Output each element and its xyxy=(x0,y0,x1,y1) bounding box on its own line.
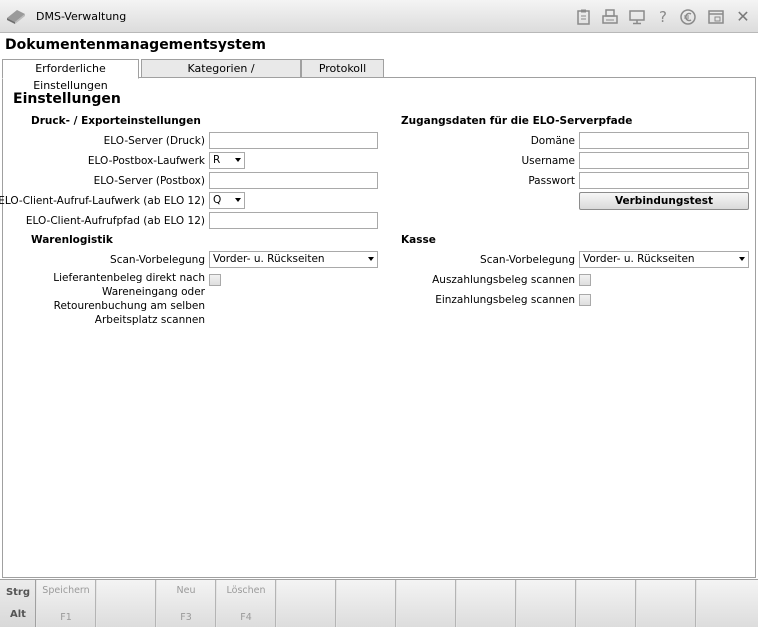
fkey-8[interactable] xyxy=(457,580,516,627)
domaene-label: Domäne xyxy=(530,135,575,147)
tab-protokoll[interactable]: Protokoll xyxy=(301,59,384,78)
username-field[interactable] xyxy=(579,152,749,169)
warenlogistik-scan-value: Vorder- u. Rückseiten xyxy=(213,253,325,265)
title-bar: DMS-Verwaltung ? ✕ xyxy=(0,0,758,33)
fkey-label: Löschen xyxy=(226,585,266,596)
warenlogistik-scan-select[interactable]: Vorder- u. Rückseiten xyxy=(209,251,378,268)
chevron-down-icon xyxy=(235,158,241,162)
username-label: Username xyxy=(521,155,575,167)
fkey-name: F1 xyxy=(60,612,72,623)
kasse-scan-label: Scan-Vorbelegung xyxy=(480,254,575,266)
warenlogistik-scan-label: Scan-Vorbelegung xyxy=(110,254,205,266)
fkey-label: Speichern xyxy=(42,585,90,596)
auszahlungsbeleg-checkbox[interactable] xyxy=(579,274,591,286)
chevron-down-icon xyxy=(739,257,745,261)
elo-client-pfad-field[interactable] xyxy=(209,212,378,229)
elo-postbox-laufwerk-select[interactable]: R xyxy=(209,152,245,169)
window-title: DMS-Verwaltung xyxy=(36,10,127,23)
fkey-12[interactable] xyxy=(697,580,758,627)
einzahlungsbeleg-checkbox[interactable] xyxy=(579,294,591,306)
verbindungstest-button[interactable]: Verbindungstest xyxy=(579,192,749,210)
tab-kategorien-dokumentenarten[interactable]: Kategorien / Dokumentenarten xyxy=(141,59,301,92)
app-logo-icon xyxy=(5,6,27,26)
function-key-bar: Strg Alt Speichern F1 Neu F3 Löschen F4 xyxy=(0,579,758,627)
einzahlungsbeleg-label: Einzahlungsbeleg scannen xyxy=(435,294,575,306)
druck-export-title: Druck- / Exporteinstellungen xyxy=(31,115,201,127)
kasse-title: Kasse xyxy=(401,234,436,246)
domaene-field[interactable] xyxy=(579,132,749,149)
elo-server-druck-field[interactable] xyxy=(209,132,378,149)
modifier-keys: Strg Alt xyxy=(0,580,36,627)
close-icon[interactable]: ✕ xyxy=(733,7,753,27)
fkey-5[interactable] xyxy=(277,580,336,627)
strg-key-label: Strg xyxy=(5,587,31,598)
fkey-neu[interactable]: Neu F3 xyxy=(157,580,216,627)
fkey-2[interactable] xyxy=(97,580,156,627)
elo-server-druck-label: ELO-Server (Druck) xyxy=(103,135,205,147)
fkey-name: F3 xyxy=(180,612,192,623)
chevron-down-icon xyxy=(235,198,241,202)
fkey-loeschen[interactable]: Löschen F4 xyxy=(217,580,276,627)
tab-erforderliche-einstellungen[interactable]: Erforderliche Einstellungen xyxy=(2,59,139,92)
lieferantenbeleg-checkbox[interactable] xyxy=(209,274,221,286)
fkey-7[interactable] xyxy=(397,580,456,627)
zugangsdaten-title: Zugangsdaten für die ELO-Serverpfade xyxy=(401,115,633,127)
elo-client-pfad-label: ELO-Client-Aufrufpfad (ab ELO 12) xyxy=(25,215,205,227)
passwort-field[interactable] xyxy=(579,172,749,189)
help-icon[interactable]: ? xyxy=(653,7,673,27)
euro-icon[interactable] xyxy=(678,7,698,27)
fkey-speichern[interactable]: Speichern F1 xyxy=(37,580,96,627)
monitor-icon[interactable] xyxy=(627,7,647,27)
alt-key-label: Alt xyxy=(10,609,26,620)
elo-postbox-laufwerk-label: ELO-Postbox-Laufwerk xyxy=(87,155,205,167)
fkey-label: Neu xyxy=(176,585,196,596)
chevron-down-icon xyxy=(368,257,374,261)
passwort-label: Passwort xyxy=(528,175,575,187)
settings-panel: Einstellungen Druck- / Exporteinstellung… xyxy=(0,77,756,578)
fkey-name: F4 xyxy=(240,612,252,623)
lieferantenbeleg-label: Lieferantenbeleg direkt nach Wareneingan… xyxy=(53,272,205,326)
elo-postbox-laufwerk-value: R xyxy=(213,154,221,166)
elo-client-laufwerk-label: ELO-Client-Aufruf-Laufwerk (ab ELO 12) xyxy=(0,195,205,207)
auszahlungsbeleg-label: Auszahlungsbeleg scannen xyxy=(432,274,575,286)
elo-client-laufwerk-value: Q xyxy=(213,194,222,206)
kasse-scan-select[interactable]: Vorder- u. Rückseiten xyxy=(579,251,749,268)
fkey-11[interactable] xyxy=(637,580,696,627)
fkey-10[interactable] xyxy=(577,580,636,627)
clipboard-icon[interactable] xyxy=(574,7,594,27)
elo-server-postbox-label: ELO-Server (Postbox) xyxy=(93,175,205,187)
kasse-scan-value: Vorder- u. Rückseiten xyxy=(583,253,695,265)
warenlogistik-title: Warenlogistik xyxy=(31,234,113,246)
fkey-9[interactable] xyxy=(517,580,576,627)
elo-client-laufwerk-select[interactable]: Q xyxy=(209,192,245,209)
print-icon[interactable] xyxy=(600,7,620,27)
elo-server-postbox-field[interactable] xyxy=(209,172,378,189)
window-icon[interactable] xyxy=(706,7,726,27)
page-title: Dokumentenmanagementsystem xyxy=(5,37,266,53)
fkey-6[interactable] xyxy=(337,580,396,627)
